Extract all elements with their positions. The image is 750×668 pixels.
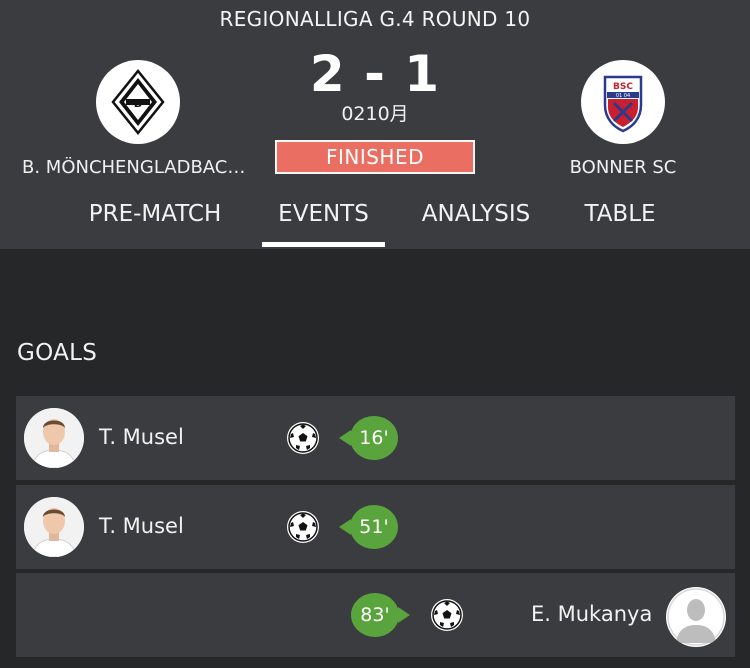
scorer-name[interactable]: T. Musel <box>99 425 184 449</box>
home-team-logo[interactable]: B <box>96 60 180 144</box>
match-score: 2 - 1 <box>309 45 441 103</box>
player-avatar <box>24 497 84 557</box>
tab-table[interactable]: TABLE <box>572 196 668 249</box>
goal-ball-icon <box>287 422 319 454</box>
goal-event-row[interactable]: T. Musel 51' <box>16 485 735 569</box>
away-team-logo[interactable]: BSC 01 04 <box>581 60 665 144</box>
player-photo-icon <box>24 408 84 468</box>
match-tabs: PRE-MATCH EVENTS ANALYSIS TABLE <box>0 196 750 249</box>
competition-round: REGIONALLIGA G.4 ROUND 10 <box>219 7 531 31</box>
match-header: REGIONALLIGA G.4 ROUND 10 B B. MÖNCHENGL… <box>0 0 750 249</box>
match-date: 0210月 <box>341 103 409 125</box>
tab-pre-match[interactable]: PRE-MATCH <box>80 196 230 249</box>
match-status-badge: FINISHED <box>275 140 475 174</box>
scorer-name[interactable]: T. Musel <box>99 514 184 538</box>
away-team-name[interactable]: BONNER SC <box>540 157 706 178</box>
minute-pointer <box>398 607 410 623</box>
tab-analysis[interactable]: ANALYSIS <box>412 196 540 249</box>
player-avatar <box>666 587 726 647</box>
goal-ball-icon <box>287 511 319 543</box>
goal-event-row[interactable]: T. Musel 16' <box>16 396 735 480</box>
svg-text:01 04: 01 04 <box>616 93 630 99</box>
svg-text:B: B <box>134 97 142 110</box>
bonner-sc-crest-icon: BSC 01 04 <box>603 75 643 133</box>
svg-text:BSC: BSC <box>613 82 633 92</box>
gladbach-crest-icon: B <box>111 69 165 135</box>
active-tab-indicator <box>262 242 385 247</box>
player-avatar <box>24 408 84 468</box>
goals-section-title: GOALS <box>17 340 98 366</box>
home-team-name[interactable]: B. MÖNCHENGLADBACH... <box>22 157 257 178</box>
goal-minute-badge: 51' <box>350 505 398 549</box>
goal-event-row[interactable]: 83' E. Mukanya <box>16 573 735 657</box>
player-placeholder-icon <box>667 588 725 646</box>
scorer-name[interactable]: E. Mukanya <box>531 602 652 626</box>
goal-ball-icon <box>431 599 463 631</box>
goal-minute-badge: 83' <box>351 593 399 637</box>
player-photo-icon <box>24 497 84 557</box>
goal-minute-badge: 16' <box>350 416 398 460</box>
